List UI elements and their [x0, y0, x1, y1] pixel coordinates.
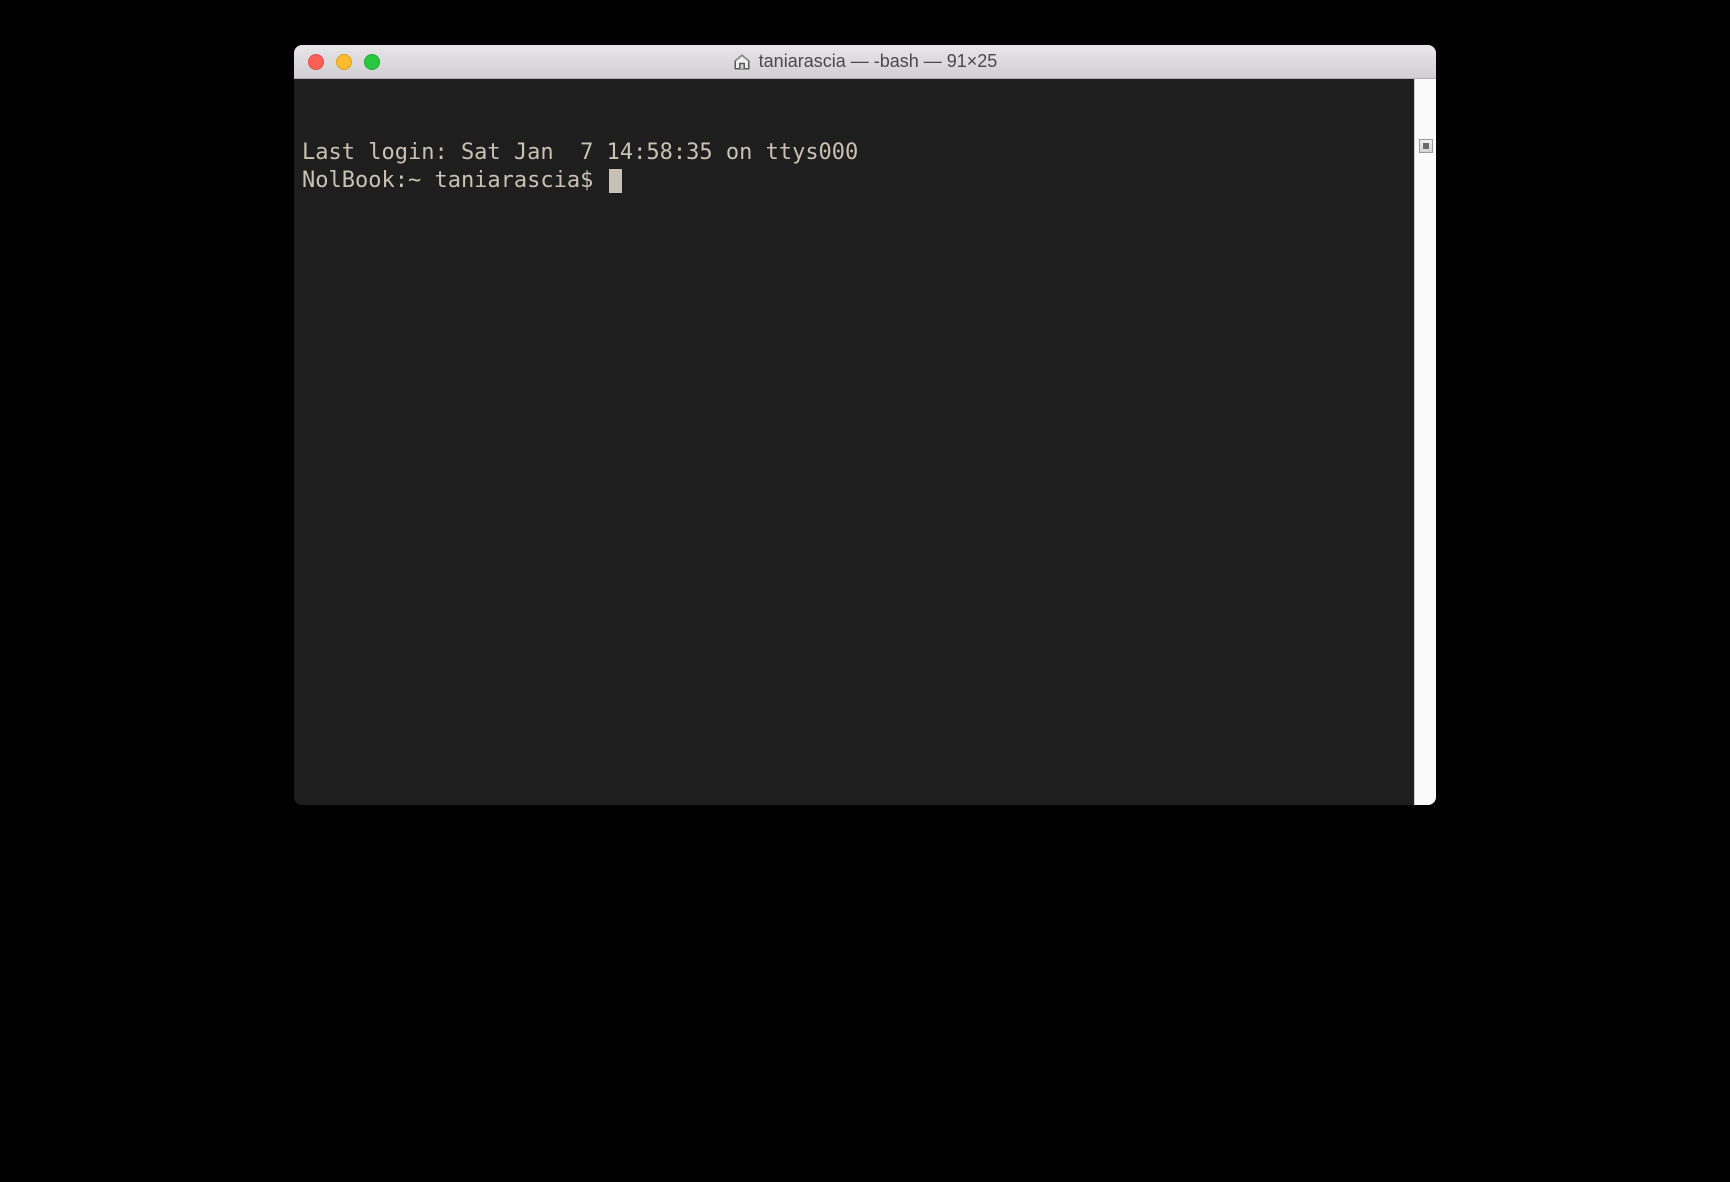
prompt-line: NolBook:~ taniarascia$	[302, 167, 1428, 195]
terminal-body[interactable]: Last login: Sat Jan 7 14:58:35 on ttys00…	[294, 79, 1436, 805]
close-button[interactable]	[308, 54, 324, 70]
traffic-lights	[294, 54, 380, 70]
prompt-text: NolBook:~ taniarascia$	[302, 168, 607, 193]
zoom-button[interactable]	[364, 54, 380, 70]
window-title-wrap: taniarascia — -bash — 91×25	[733, 51, 998, 72]
scroll-marker-icon[interactable]	[1419, 139, 1433, 153]
last-login-line: Last login: Sat Jan 7 14:58:35 on ttys00…	[302, 139, 1428, 167]
minimize-button[interactable]	[336, 54, 352, 70]
titlebar[interactable]: taniarascia — -bash — 91×25	[294, 45, 1436, 79]
home-icon	[733, 53, 751, 71]
window-title: taniarascia — -bash — 91×25	[759, 51, 998, 72]
cursor	[609, 169, 622, 193]
scrollbar[interactable]	[1414, 79, 1436, 805]
terminal-window: taniarascia — -bash — 91×25 Last login: …	[294, 45, 1436, 805]
